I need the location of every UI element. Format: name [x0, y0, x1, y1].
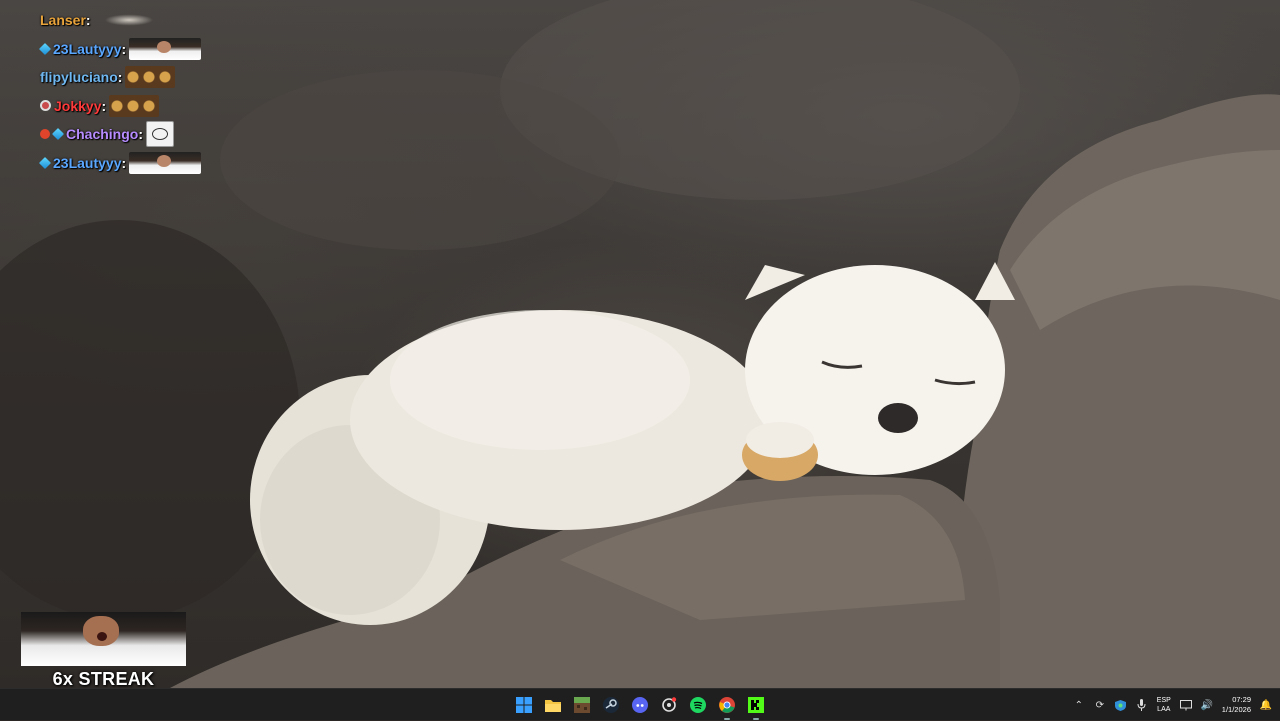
cube-badge-icon	[38, 42, 52, 55]
chat-message: flipyluciano:	[40, 63, 280, 92]
system-tray: ⌃ ⟳ ESP LAA 🔊 07:29 1/1/2026 🔔	[1073, 689, 1273, 721]
steam-icon	[603, 697, 619, 713]
streak-label: 6x STREAK	[52, 669, 155, 689]
chat-username[interactable]: Lanser	[40, 12, 86, 28]
steam-button[interactable]	[599, 693, 623, 717]
sketch-emote	[146, 121, 175, 148]
discord-button[interactable]	[628, 693, 652, 717]
network-button[interactable]	[1179, 699, 1192, 711]
volume-button[interactable]: 🔊	[1201, 699, 1213, 711]
chat-separator: :	[85, 12, 91, 29]
chatgpt-button[interactable]	[657, 693, 681, 717]
chat-separator: :	[117, 69, 123, 86]
keyboard-layout: LAA	[1157, 706, 1171, 713]
microphone-tray-button[interactable]	[1136, 699, 1148, 711]
red-badge-icon	[40, 129, 50, 140]
chat-username[interactable]: flipyluciano	[40, 69, 118, 85]
chat-username[interactable]: Jokkyy	[54, 98, 101, 114]
chrome-icon	[719, 697, 735, 713]
chevron-up-icon: ⌃	[1074, 699, 1083, 711]
windows-start-button[interactable]	[512, 693, 536, 717]
spotify-icon	[690, 697, 706, 713]
sync-icon: ⟳	[1095, 699, 1104, 711]
bell-icon: 🔔	[1259, 699, 1273, 711]
chat-message: 23Lautyyy:	[38, 149, 280, 178]
chat-username[interactable]: 23Lautyyy	[53, 155, 121, 171]
notifications-button[interactable]: 🔔	[1260, 699, 1272, 711]
file-explorer-icon	[545, 700, 561, 712]
show-hidden-icons-button[interactable]: ⌃	[1073, 699, 1085, 711]
chat-username[interactable]: Chachingo	[66, 126, 138, 142]
sync-tray-button[interactable]: ⟳	[1094, 699, 1106, 711]
chat-separator: :	[138, 126, 144, 143]
minecraft-button[interactable]	[570, 693, 594, 717]
cube-badge-icon	[38, 156, 52, 169]
chat-message: 23Lautyyy:	[38, 35, 280, 64]
streak-image	[21, 612, 186, 666]
taskbar: ⌃ ⟳ ESP LAA 🔊 07:29 1/1/2026 🔔	[0, 688, 1280, 720]
chat-message: Jokkyy:	[40, 92, 280, 121]
chrome-button[interactable]	[715, 693, 739, 720]
security-tray-button[interactable]	[1115, 699, 1127, 711]
ring-badge-icon	[40, 100, 51, 112]
cube-badge-icon	[51, 128, 65, 141]
windows-start-icon	[516, 697, 532, 713]
microphone-icon	[1137, 699, 1146, 711]
chat-message: Lanser:	[40, 6, 280, 35]
clock-date: 1/1/2026	[1221, 705, 1251, 714]
chat-separator: :	[121, 40, 127, 57]
streak-widget: 6x STREAK	[21, 612, 186, 690]
clock-button[interactable]: 07:29 1/1/2026	[1222, 695, 1251, 715]
monitor-network-icon	[1179, 699, 1192, 710]
man-emote	[129, 151, 202, 174]
spotify-button[interactable]	[686, 693, 710, 717]
stream-chat-overlay: Lanser:23Lautyyy: flipyluciano: Jokkyy: Cha…	[38, 6, 280, 178]
clock-time: 07:29	[1232, 695, 1251, 704]
trio-emote	[125, 66, 176, 89]
plane-emote	[93, 11, 164, 30]
chat-username[interactable]: 23Lautyyy	[53, 41, 121, 57]
speaker-icon: 🔊	[1200, 699, 1214, 711]
shield-icon	[1115, 699, 1127, 711]
file-explorer-button[interactable]	[541, 693, 565, 717]
chatgpt-icon	[662, 697, 677, 712]
language-code: ESP	[1156, 697, 1171, 704]
discord-icon	[632, 697, 648, 713]
input-language-button[interactable]: ESP LAA	[1157, 696, 1171, 714]
chat-separator: :	[121, 154, 127, 171]
chat-separator: :	[101, 97, 107, 114]
kick-icon	[748, 697, 764, 713]
taskbar-apps	[512, 693, 768, 720]
chat-message: Chachingo:	[40, 120, 280, 149]
kick-button[interactable]	[744, 693, 768, 720]
man-emote	[129, 37, 202, 60]
trio-emote	[109, 94, 160, 117]
minecraft-icon	[574, 697, 590, 713]
